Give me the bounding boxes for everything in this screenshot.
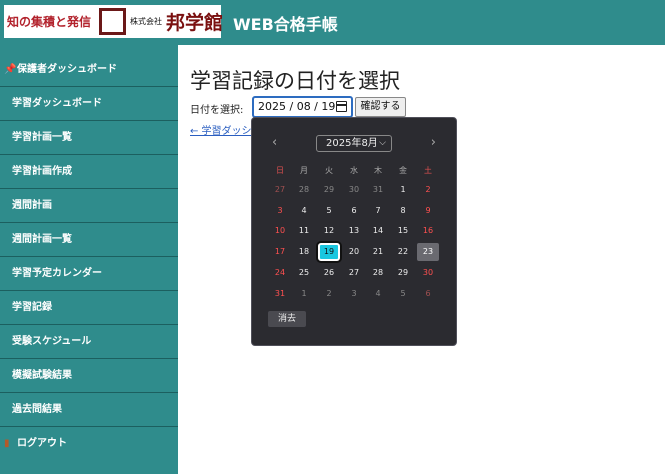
- back-to-dashboard-link[interactable]: ← 学習ダッシ: [190, 122, 252, 137]
- calendar-day[interactable]: 3: [343, 285, 365, 303]
- sidebar-item-label: ログアウト: [17, 438, 67, 449]
- sidebar-item-plan-create[interactable]: 学習計画作成: [0, 155, 178, 189]
- calendar-day[interactable]: 16: [417, 222, 439, 240]
- pin-icon: 📌: [4, 64, 17, 75]
- app-header: 知の集積と発信 株式会社 邦学館 WEB合格手帳: [0, 0, 665, 45]
- calendar-day[interactable]: 5: [392, 285, 414, 303]
- sidebar-item-parent-dashboard[interactable]: 📌保護者ダッシュボード: [0, 53, 178, 87]
- date-input-value: 2025 / 08 / 19: [258, 100, 336, 113]
- next-month-button[interactable]: ›: [431, 135, 436, 150]
- month-select[interactable]: 2025年8月 ⌵: [316, 135, 392, 152]
- calendar-day[interactable]: 10: [269, 222, 291, 240]
- door-icon: ▮: [4, 438, 10, 449]
- sidebar: 📌保護者ダッシュボード 学習ダッシュボード 学習計画一覧 学習計画作成 週間計画…: [0, 45, 178, 474]
- calendar-day[interactable]: 28: [367, 264, 389, 282]
- calendar-day[interactable]: 22: [392, 243, 414, 261]
- calendar-icon[interactable]: [336, 101, 347, 112]
- sidebar-item-weekly-plan-list[interactable]: 週間計画一覧: [0, 223, 178, 257]
- calendar-day[interactable]: 21: [367, 243, 389, 261]
- logo-tagline: 知の集積と発信: [7, 15, 92, 29]
- clear-button[interactable]: 消去: [268, 311, 306, 327]
- calendar-day[interactable]: 5: [318, 202, 340, 220]
- date-picker-popup: ‹ 2025年8月 ⌵ › 日月火水木金土 27 28 29 30 31 1 2 3 4 5 6 7 8…: [251, 117, 457, 346]
- sidebar-item-study-record[interactable]: 学習記録: [0, 291, 178, 325]
- calendar-day[interactable]: 2: [417, 181, 439, 199]
- calendar-day[interactable]: 29: [318, 181, 340, 199]
- calendar-day[interactable]: 12: [318, 222, 340, 240]
- weekday-label: 土: [424, 166, 432, 175]
- sidebar-item-label: 週間計画一覧: [12, 234, 72, 245]
- calendar-day[interactable]: 3: [269, 202, 291, 220]
- calendar-day[interactable]: 27: [343, 264, 365, 282]
- date-input[interactable]: 2025 / 08 / 19: [252, 96, 353, 118]
- sidebar-item-label: 週間計画: [12, 200, 52, 211]
- sidebar-item-mock-exam-results[interactable]: 模擬試験結果: [0, 359, 178, 393]
- calendar-day[interactable]: 8: [392, 202, 414, 220]
- calendar-day[interactable]: 25: [293, 264, 315, 282]
- sidebar-item-label: 過去問結果: [12, 404, 62, 415]
- sidebar-item-weekly-plan[interactable]: 週間計画: [0, 189, 178, 223]
- calendar-day[interactable]: 4: [367, 285, 389, 303]
- sidebar-item-label: 学習予定カレンダー: [12, 268, 102, 279]
- sidebar-item-label: 学習記録: [12, 302, 52, 313]
- calendar-day[interactable]: 24: [269, 264, 291, 282]
- calendar-day[interactable]: 26: [318, 264, 340, 282]
- calendar-day[interactable]: 15: [392, 222, 414, 240]
- chevron-down-icon: ⌵: [379, 138, 386, 148]
- weekday-label: 水: [350, 166, 358, 175]
- sidebar-item-label: 保護者ダッシュボード: [17, 64, 117, 75]
- calendar-day[interactable]: 1: [293, 285, 315, 303]
- calendar-day[interactable]: 23: [417, 243, 439, 261]
- sidebar-item-label: 学習計画作成: [12, 166, 72, 177]
- calendar-day[interactable]: 4: [293, 202, 315, 220]
- calendar-day[interactable]: 6: [343, 202, 365, 220]
- month-select-label: 2025年8月: [326, 138, 378, 149]
- calendar-day[interactable]: 19: [318, 243, 340, 261]
- weekday-label: 金: [399, 166, 407, 175]
- sidebar-item-plan-list[interactable]: 学習計画一覧: [0, 121, 178, 155]
- calendar-day[interactable]: 28: [293, 181, 315, 199]
- calendar-day[interactable]: 7: [367, 202, 389, 220]
- sidebar-item-schedule-calendar[interactable]: 学習予定カレンダー: [0, 257, 178, 291]
- calendar-day[interactable]: 13: [343, 222, 365, 240]
- weekday-label: 木: [374, 166, 382, 175]
- calendar-day[interactable]: 6: [417, 285, 439, 303]
- confirm-button[interactable]: 確認する: [355, 97, 406, 117]
- calendar-day[interactable]: 30: [417, 264, 439, 282]
- sidebar-item-label: 学習計画一覧: [12, 132, 72, 143]
- calendar-day[interactable]: 27: [269, 181, 291, 199]
- sidebar-item-label: 受験スケジュール: [12, 336, 92, 347]
- calendar-day[interactable]: 17: [269, 243, 291, 261]
- calendar-day[interactable]: 1: [392, 181, 414, 199]
- sidebar-item-exam-schedule[interactable]: 受験スケジュール: [0, 325, 178, 359]
- calendar-day[interactable]: 20: [343, 243, 365, 261]
- calendar-day[interactable]: 18: [293, 243, 315, 261]
- calendar-day[interactable]: 31: [269, 285, 291, 303]
- sidebar-item-past-exam-results[interactable]: 過去問結果: [0, 393, 178, 427]
- date-label: 日付を選択:: [190, 105, 244, 116]
- prev-month-button[interactable]: ‹: [272, 135, 277, 150]
- calendar-day[interactable]: 29: [392, 264, 414, 282]
- weekday-label: 火: [325, 166, 333, 175]
- calendar-day[interactable]: 9: [417, 202, 439, 220]
- calendar-day[interactable]: 14: [367, 222, 389, 240]
- sidebar-item-logout[interactable]: ▮ ログアウト: [0, 427, 178, 461]
- calendar-day[interactable]: 31: [367, 181, 389, 199]
- sidebar-item-label: 学習ダッシュボード: [12, 98, 102, 109]
- calendar-day[interactable]: 2: [318, 285, 340, 303]
- sidebar-item-label: 模擬試験結果: [12, 370, 72, 381]
- weekday-label: 日: [276, 166, 284, 175]
- page-title: 学習記録の日付を選択: [190, 69, 400, 93]
- calendar-day[interactable]: 11: [293, 222, 315, 240]
- calendar-day[interactable]: 30: [343, 181, 365, 199]
- logo-company-type: 株式会社: [130, 17, 162, 26]
- logo-company-name: 邦学館: [166, 12, 224, 34]
- weekday-label: 月: [300, 166, 308, 175]
- sidebar-item-study-dashboard[interactable]: 学習ダッシュボード: [0, 87, 178, 121]
- logo-mark: [99, 8, 126, 35]
- company-logo[interactable]: 知の集積と発信 株式会社 邦学館: [4, 5, 224, 38]
- app-title: WEB合格手帳: [233, 15, 338, 34]
